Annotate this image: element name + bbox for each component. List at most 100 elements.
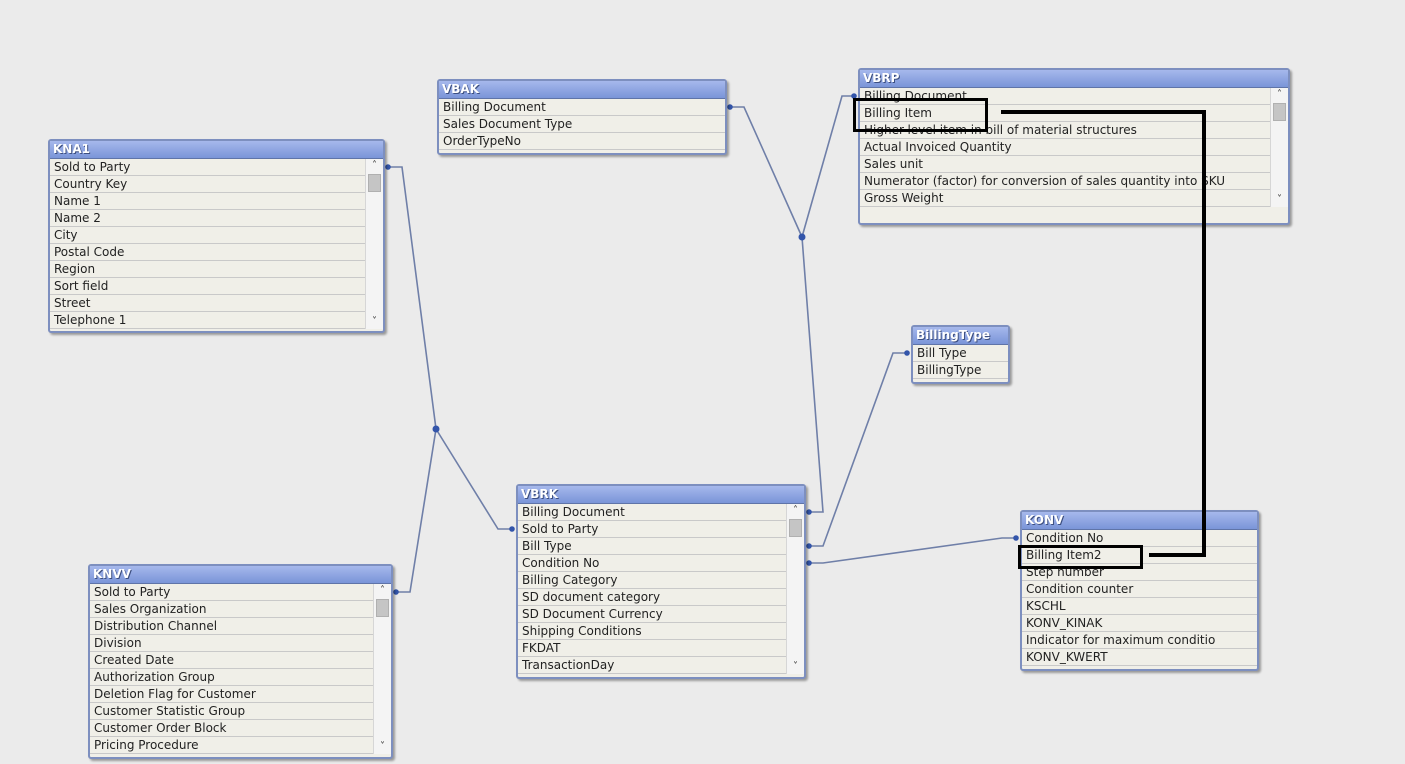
table-vbrp[interactable]: VBRP Billing Document Billing Item Higher-… [858, 68, 1290, 225]
field-row[interactable]: Distribution Channel [90, 618, 374, 635]
field-row[interactable]: Gross Weight [860, 190, 1271, 207]
field-row[interactable]: Customer Statistic Group [90, 703, 374, 720]
field-row[interactable]: Higher-level item in bill of material st… [860, 122, 1271, 139]
field-row[interactable]: Division [90, 635, 374, 652]
table-billingtype[interactable]: BillingType Bill Type BillingType [911, 325, 1010, 384]
scrollbar-thumb[interactable] [368, 174, 381, 192]
fields: Billing Document Billing Item Higher-level… [860, 88, 1271, 207]
field-row[interactable]: BillingType [913, 362, 1008, 379]
fields: Billing Document Sales Document Type Order… [439, 99, 725, 150]
field-row[interactable]: Customer Order Block [90, 720, 374, 737]
field-row[interactable]: OrderTypeNo [439, 133, 725, 150]
field-row[interactable]: SD document category [518, 589, 787, 606]
fields: Sold to Party Country Key Name 1 Name 2 City… [50, 159, 366, 329]
field-row[interactable]: Authorization Group [90, 669, 374, 686]
table-title[interactable]: VBRK [518, 486, 804, 504]
link-vbrp-hub[interactable] [801, 95, 854, 238]
field-row[interactable]: Sold to Party [518, 521, 787, 538]
field-row[interactable]: Postal Code [50, 244, 366, 261]
table-title[interactable]: KNVV [90, 566, 391, 584]
field-row[interactable]: Telephone 1 [50, 312, 366, 329]
scroll-up-arrow-icon[interactable]: ˄ [366, 159, 383, 173]
field-row[interactable]: Name 2 [50, 210, 366, 227]
field-row[interactable]: Billing Document [860, 88, 1271, 105]
scroll-down-arrow-icon[interactable]: ˅ [374, 740, 391, 754]
link-dot[interactable] [432, 425, 440, 433]
field-row[interactable]: Region [50, 261, 366, 278]
scroll-down-arrow-icon[interactable]: ˅ [1271, 193, 1288, 207]
link-dot [851, 93, 857, 99]
field-row[interactable]: Condition No [518, 555, 787, 572]
table-vbrk[interactable]: VBRK Billing Document Sold to Party Bill T… [516, 484, 806, 679]
field-row[interactable]: Billing Item [860, 105, 1271, 122]
link-hub-vbrk-doc[interactable] [801, 236, 824, 513]
field-row[interactable]: Sales Document Type [439, 116, 725, 133]
field-row[interactable]: Billing Item2 [1022, 547, 1257, 564]
scrollbar-thumb[interactable] [789, 519, 802, 537]
link-dot [1013, 535, 1019, 541]
link-vbak-hub[interactable] [730, 106, 803, 238]
table-konv[interactable]: KONV Condition No Billing Item2 Step numbe… [1020, 510, 1259, 671]
scroll-up-arrow-icon[interactable]: ˄ [1271, 88, 1288, 102]
field-row[interactable]: Street [50, 295, 366, 312]
field-row[interactable]: Created Date [90, 652, 374, 669]
table-title[interactable]: VBAK [439, 81, 725, 99]
field-row[interactable]: Sort field [50, 278, 366, 295]
field-row[interactable]: Sold to Party [90, 584, 374, 601]
field-row[interactable]: Billing Category [518, 572, 787, 589]
link-kna1-hub[interactable] [388, 166, 437, 430]
vertical-scrollbar[interactable]: ˄ ˅ [365, 159, 383, 329]
field-list: Sold to Party Country Key Name 1 Name 2 City… [50, 159, 383, 329]
link-dot [727, 104, 733, 110]
field-row[interactable]: Pricing Procedure [90, 737, 374, 754]
scroll-up-arrow-icon[interactable]: ˄ [787, 504, 804, 518]
field-row[interactable]: Sales unit [860, 156, 1271, 173]
vertical-scrollbar[interactable]: ˄ ˅ [1270, 88, 1288, 207]
link-vbrk-konv[interactable] [809, 537, 1016, 564]
field-row[interactable]: KONV_KWERT [1022, 649, 1257, 666]
field-row[interactable]: Country Key [50, 176, 366, 193]
link-knvv-hub[interactable] [396, 428, 437, 593]
field-row[interactable]: Bill Type [518, 538, 787, 555]
field-row[interactable]: FKDAT [518, 640, 787, 657]
field-row[interactable]: Shipping Conditions [518, 623, 787, 640]
field-list: Condition No Billing Item2 Step number Cond… [1022, 530, 1257, 666]
field-row[interactable]: Sales Organization [90, 601, 374, 618]
scrollbar-thumb[interactable] [376, 599, 389, 617]
scroll-up-arrow-icon[interactable]: ˄ [374, 584, 391, 598]
field-row[interactable]: KSCHL [1022, 598, 1257, 615]
field-list: Billing Document Billing Item Higher-level… [860, 88, 1288, 207]
link-dot[interactable] [798, 233, 806, 241]
table-title[interactable]: BillingType [913, 327, 1008, 345]
field-row[interactable]: Indicator for maximum conditio [1022, 632, 1257, 649]
field-row[interactable]: Name 1 [50, 193, 366, 210]
link-hub-vbrk[interactable] [435, 428, 512, 530]
field-row[interactable]: Billing Document [439, 99, 725, 116]
field-row[interactable]: Numerator (factor) for conversion of sal… [860, 173, 1271, 190]
table-title[interactable]: VBRP [860, 70, 1288, 88]
field-row[interactable]: Condition counter [1022, 581, 1257, 598]
table-vbak[interactable]: VBAK Billing Document Sales Document Type… [437, 79, 727, 155]
field-row[interactable]: Step number [1022, 564, 1257, 581]
field-row[interactable]: KONV_KINAK [1022, 615, 1257, 632]
field-row[interactable]: TransactionDay [518, 657, 787, 674]
table-knvv[interactable]: KNVV Sold to Party Sales Organization Dist… [88, 564, 393, 759]
link-vbrk-billingtype[interactable] [809, 352, 907, 547]
scroll-down-arrow-icon[interactable]: ˅ [366, 315, 383, 329]
scroll-down-arrow-icon[interactable]: ˅ [787, 660, 804, 674]
field-row[interactable]: Sold to Party [50, 159, 366, 176]
vertical-scrollbar[interactable]: ˄ ˅ [786, 504, 804, 674]
field-row[interactable]: Condition No [1022, 530, 1257, 547]
table-kna1[interactable]: KNA1 Sold to Party Country Key Name 1 Name … [48, 139, 385, 333]
field-row[interactable]: Actual Invoiced Quantity [860, 139, 1271, 156]
field-row[interactable]: Bill Type [913, 345, 1008, 362]
vertical-scrollbar[interactable]: ˄ ˅ [373, 584, 391, 754]
field-list: Billing Document Sales Document Type Order… [439, 99, 725, 150]
field-row[interactable]: Billing Document [518, 504, 787, 521]
field-row[interactable]: SD Document Currency [518, 606, 787, 623]
scrollbar-thumb[interactable] [1273, 103, 1286, 121]
table-title[interactable]: KONV [1022, 512, 1257, 530]
field-row[interactable]: Deletion Flag for Customer [90, 686, 374, 703]
table-title[interactable]: KNA1 [50, 141, 383, 159]
field-row[interactable]: City [50, 227, 366, 244]
